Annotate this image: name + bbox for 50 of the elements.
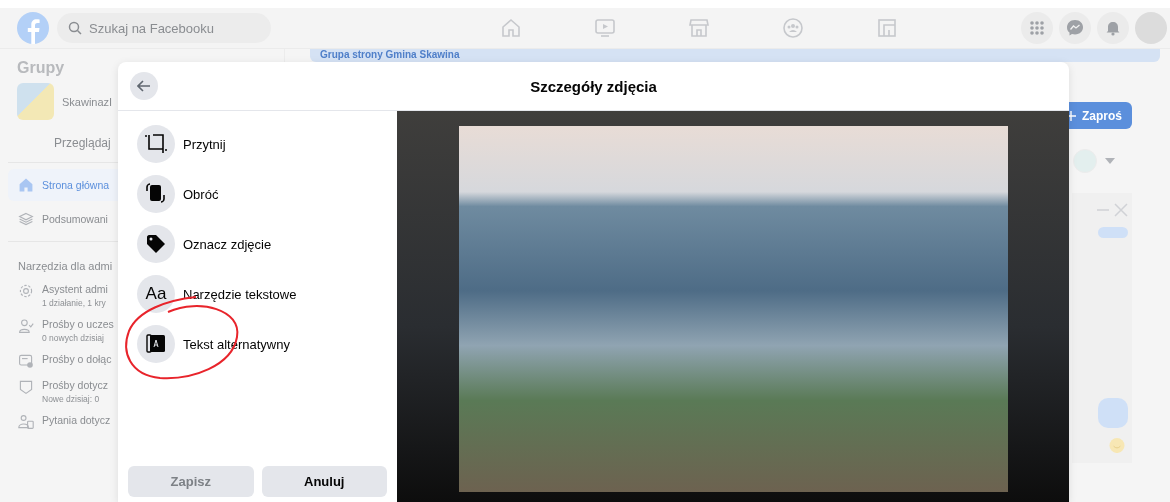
search-icon <box>68 21 82 35</box>
sidebar-link[interactable]: Asystent admi <box>42 283 108 295</box>
back-arrow-icon <box>137 80 151 92</box>
text-tool-icon: Aa <box>137 275 175 313</box>
store-icon[interactable] <box>687 16 711 40</box>
caret-icon[interactable] <box>1105 158 1115 164</box>
person-check-icon[interactable] <box>18 318 34 334</box>
apps-icon[interactable] <box>1021 12 1053 44</box>
group-name[interactable]: SkawinazI <box>62 95 113 108</box>
video-icon[interactable] <box>593 16 617 40</box>
people-icon[interactable] <box>18 414 34 430</box>
message-bubble <box>1098 397 1128 428</box>
rotate-icon <box>137 175 175 213</box>
message-bubble <box>1098 227 1128 238</box>
back-button[interactable] <box>130 72 158 100</box>
profile-avatar[interactable] <box>1135 12 1167 44</box>
shield-icon[interactable] <box>18 379 34 395</box>
dialog-title: Szczegóły zdjęcia <box>529 77 658 95</box>
request-card-icon[interactable] <box>18 353 34 369</box>
home-icon[interactable] <box>499 16 523 40</box>
sidebar-link[interactable]: Prośby o uczes <box>42 318 114 330</box>
sidebar-link[interactable]: Prośby dotycz <box>42 379 108 391</box>
sidebar-link[interactable]: Prośby o dołąc <box>42 353 112 365</box>
sidebar-link[interactable]: Pytania dotycz <box>42 414 111 426</box>
tool-option[interactable]: Przytnij <box>137 125 397 163</box>
sidebar-subtext: 1 działanie, 1 kry <box>42 298 107 308</box>
layers-icon <box>18 211 34 227</box>
cancel-button[interactable]: Anuluj <box>261 466 387 497</box>
sidebar-subtext: Nowe dzisiaj: 0 <box>42 394 101 404</box>
bell-icon[interactable] <box>1097 12 1129 44</box>
plus-icon <box>1066 110 1076 121</box>
groups-icon[interactable] <box>781 16 805 40</box>
gear-icon[interactable] <box>18 283 34 299</box>
search-field[interactable]: Szukaj na Facebooku <box>57 13 271 43</box>
tag-icon <box>137 225 175 263</box>
section-heading: Narzędzia dla admi <box>17 259 114 274</box>
alt-text-icon <box>137 325 175 363</box>
group-banner: Grupa strony Gmina Skawina <box>310 49 1160 62</box>
square-frame-icon[interactable] <box>875 16 899 40</box>
messenger-icon[interactable] <box>1059 12 1091 44</box>
browse-button[interactable]: Przeglądaj <box>54 132 111 154</box>
emoji-icon[interactable] <box>1106 437 1128 453</box>
logo-icon[interactable] <box>17 12 49 44</box>
sidebar-title: Grupy <box>16 59 66 77</box>
crop-icon <box>137 125 175 163</box>
tool-option[interactable]: Aa Narzędzie tekstowe <box>137 275 397 313</box>
group-thumbnail[interactable] <box>17 83 54 120</box>
sidebar-subtext: 0 nowych dzisiaj <box>42 333 105 343</box>
close-icon[interactable] <box>1114 203 1128 217</box>
home-icon <box>18 177 34 193</box>
